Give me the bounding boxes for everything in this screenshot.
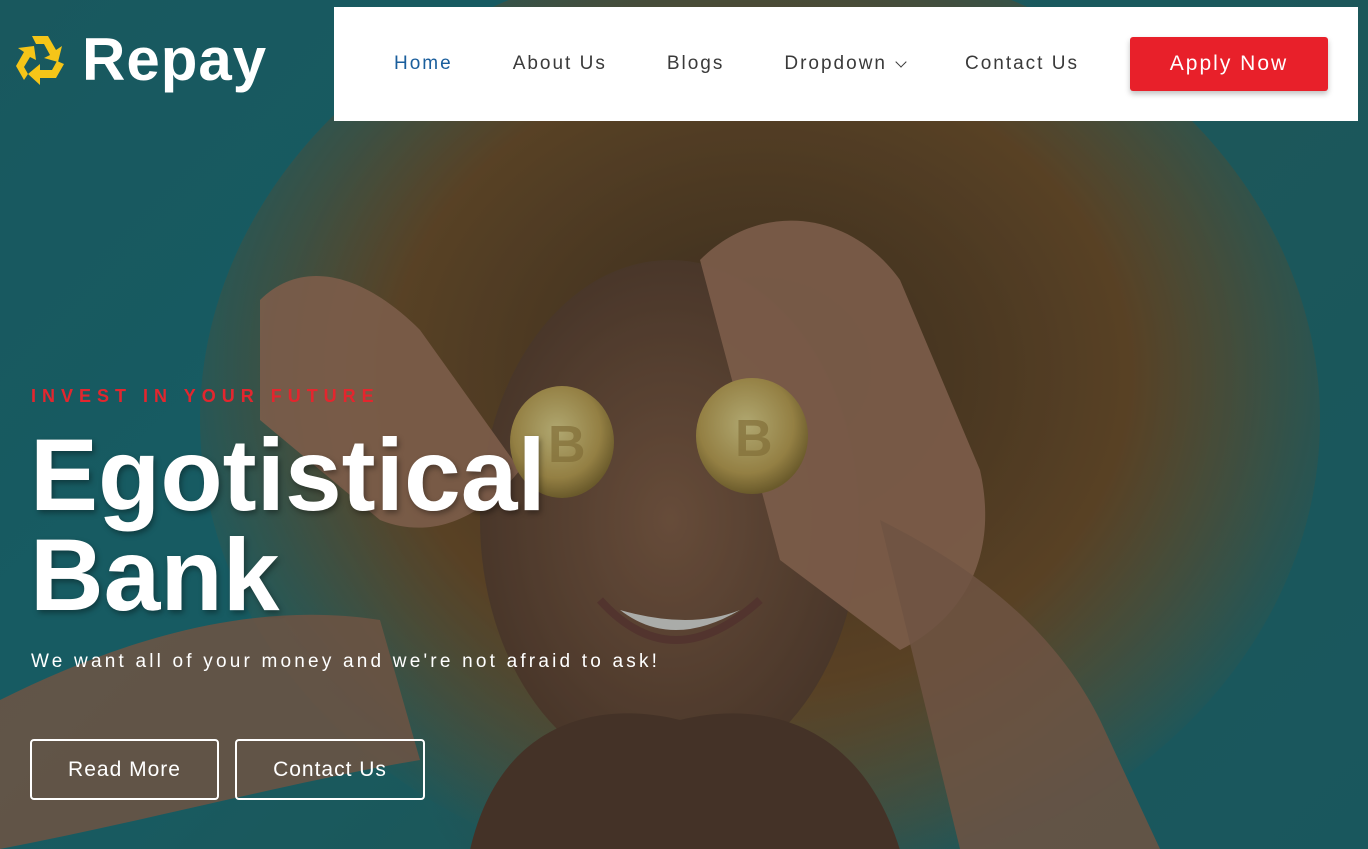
chevron-down-icon [895, 55, 907, 68]
brand-name: Repay [82, 26, 268, 93]
read-more-button[interactable]: Read More [30, 739, 219, 800]
hero-tagline: We want all of your money and we're not … [31, 651, 661, 672]
nav-dropdown[interactable]: Dropdown [784, 53, 907, 75]
brand-logo[interactable]: Repay [10, 30, 267, 90]
main-navbar: Home About Us Blogs Dropdown Contact Us … [334, 7, 1358, 121]
hero-title: Egotistical Bank [30, 418, 546, 632]
hero-eyebrow: INVEST IN YOUR FUTURE [31, 386, 380, 406]
apply-now-button[interactable]: Apply Now [1130, 37, 1328, 91]
hero-title-line-1: Egotistical [30, 418, 546, 532]
nav-dropdown-label: Dropdown [784, 53, 887, 74]
nav-home[interactable]: Home [394, 53, 453, 75]
nav-about-us[interactable]: About Us [513, 53, 607, 75]
hero-title-line-2: Bank [30, 518, 280, 632]
nav-contact-us[interactable]: Contact Us [965, 53, 1079, 75]
nav-blogs[interactable]: Blogs [667, 53, 725, 75]
contact-us-button[interactable]: Contact Us [235, 739, 425, 800]
recycle-icon [16, 36, 64, 85]
nav-links: Home About Us Blogs Dropdown Contact Us [394, 53, 1139, 75]
hero-section: B B Repay Home About Us Blogs Dropdown C… [0, 0, 1368, 849]
